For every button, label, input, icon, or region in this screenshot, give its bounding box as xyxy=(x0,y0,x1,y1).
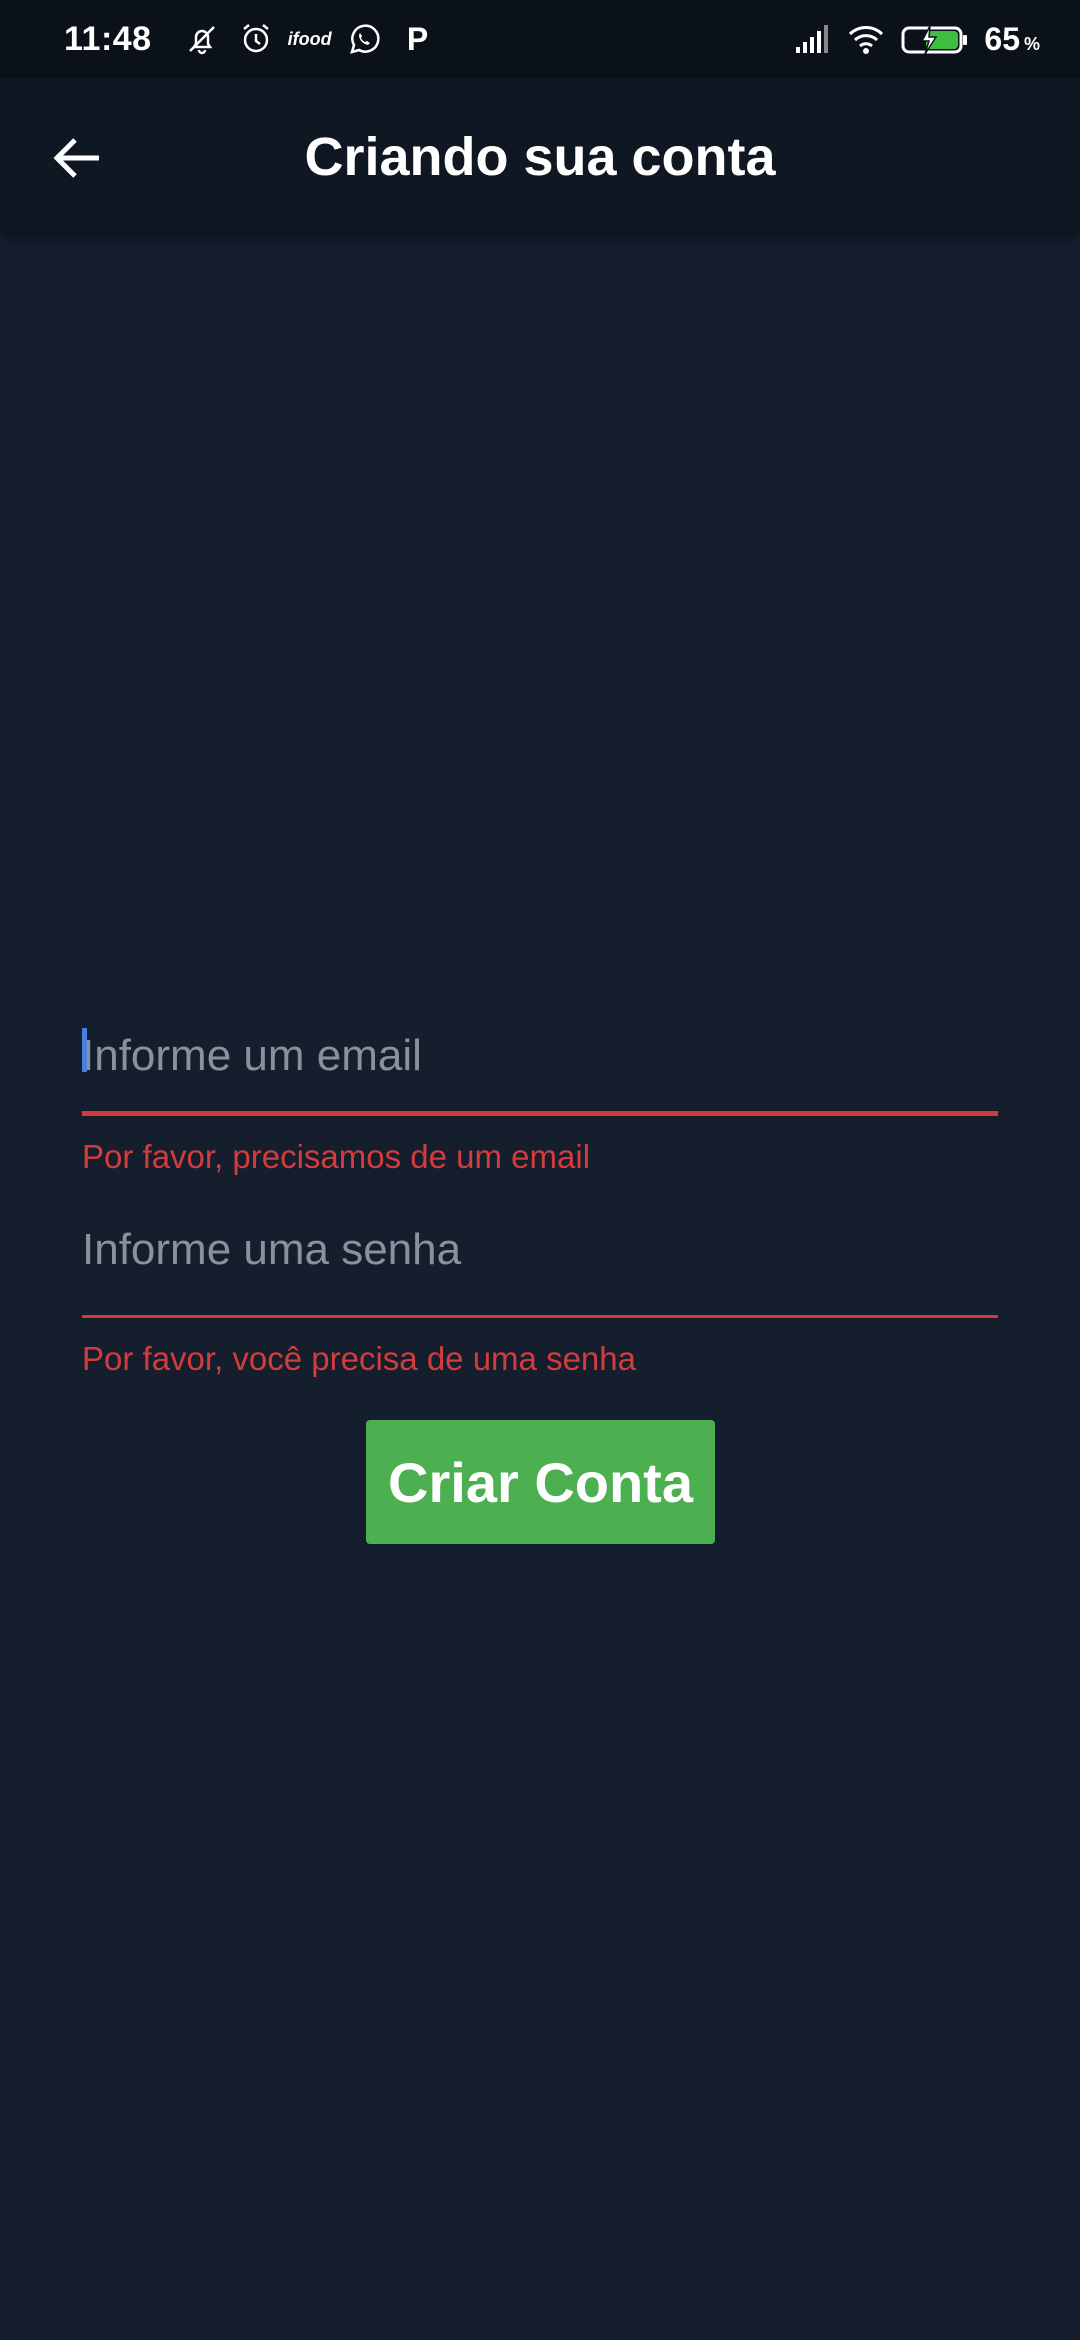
password-field-container xyxy=(82,1174,998,1318)
battery-charging-icon xyxy=(900,19,970,59)
signal-icon xyxy=(792,19,832,59)
status-bar: 11:48 ifood P 65% xyxy=(0,0,1080,78)
wifi-icon xyxy=(846,19,886,59)
email-field-container xyxy=(82,980,998,1116)
text-caret xyxy=(82,1028,87,1072)
whatsapp-icon xyxy=(344,19,384,59)
app-bar: Criando sua conta xyxy=(0,78,1080,232)
status-time: 11:48 xyxy=(64,19,152,58)
battery-percent-unit: % xyxy=(1023,33,1040,54)
p-app-icon: P xyxy=(406,20,429,57)
email-input[interactable] xyxy=(82,1026,998,1086)
page-title: Criando sua conta xyxy=(304,127,776,187)
email-underline xyxy=(82,1111,998,1116)
password-underline xyxy=(82,1315,998,1318)
mute-icon xyxy=(182,19,222,59)
battery-percent-value: 65 xyxy=(984,20,1020,57)
status-left: 11:48 ifood P xyxy=(64,19,438,59)
password-error: Por favor, você precisa de uma senha xyxy=(82,1340,636,1377)
alarm-icon xyxy=(236,19,276,59)
signup-form: Por favor, precisamos de um email Por fa… xyxy=(82,980,998,1377)
status-right: 65% xyxy=(792,19,1040,59)
ifood-icon: ifood xyxy=(287,28,332,49)
password-input[interactable] xyxy=(82,1220,998,1280)
create-account-button[interactable]: Criar Conta xyxy=(366,1420,715,1544)
battery-percent: 65% xyxy=(984,21,1040,58)
email-error: Por favor, precisamos de um email xyxy=(82,1138,591,1175)
